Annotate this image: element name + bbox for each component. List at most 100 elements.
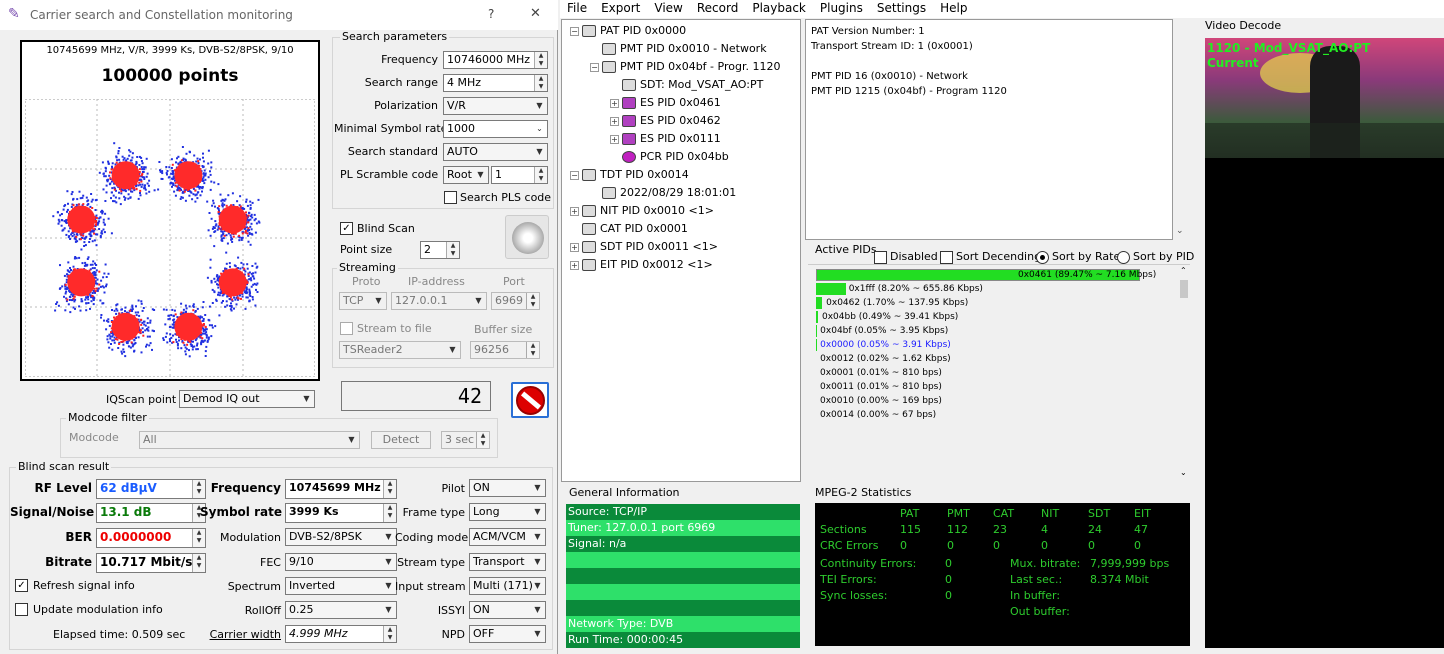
- npd-select[interactable]: OFF ▼: [469, 625, 546, 643]
- expand-toggle-icon[interactable]: −: [570, 171, 579, 180]
- fec-select[interactable]: 9/10 ▼: [285, 553, 397, 571]
- close-button[interactable]: ✕: [530, 6, 541, 21]
- sort-by-pid-radio[interactable]: [1117, 251, 1130, 264]
- tree-node[interactable]: + SDT PID 0x0011 <1>: [570, 238, 718, 256]
- tree-node[interactable]: + ES PID 0x0461: [610, 94, 721, 112]
- pls-mode-select[interactable]: Root ▼: [443, 166, 489, 184]
- in-buffer-label: In buffer:: [1010, 589, 1060, 602]
- modcode-select[interactable]: All ▼: [139, 431, 360, 449]
- pid-row[interactable]: 0x0462 (1.70% ~ 137.95 Kbps): [826, 296, 968, 310]
- pid-row[interactable]: 0x0011 (0.01% ~ 810 bps): [820, 380, 942, 394]
- menu-plugins[interactable]: Plugins: [820, 1, 863, 15]
- polarization-select[interactable]: V/R ▼: [443, 97, 548, 115]
- search-standard-select[interactable]: AUTO ▼: [443, 143, 548, 161]
- info-line: Transport Stream ID: 1 (0x0001): [811, 39, 1167, 54]
- tree-node[interactable]: + ES PID 0x0111: [610, 130, 721, 148]
- info-scroll-down[interactable]: ⌄: [1176, 226, 1184, 236]
- tree-node[interactable]: PMT PID 0x0010 - Network: [602, 40, 767, 58]
- coding-mode-select[interactable]: ACM/VCM ▼: [469, 528, 546, 546]
- expand-toggle-icon[interactable]: −: [570, 27, 579, 36]
- menu-record[interactable]: Record: [697, 1, 738, 15]
- pids-scroll-up[interactable]: ⌃: [1180, 266, 1187, 275]
- help-button[interactable]: ?: [488, 7, 494, 21]
- expand-toggle-icon[interactable]: −: [590, 63, 599, 72]
- point-size-input[interactable]: 2 ▲ ▼: [420, 241, 460, 259]
- rolloff-select[interactable]: 0.25 ▼: [285, 601, 397, 619]
- stream-type-select[interactable]: Transport ▼: [469, 553, 546, 571]
- pid-row[interactable]: 0x0010 (0.00% ~ 169 bps): [820, 394, 942, 408]
- pid-row[interactable]: 0x0461 (89.47% ~ 7.16 Mbps): [1018, 268, 1156, 282]
- constellation-header: 10745699 MHz, V/R, 3999 Ks, DVB-S2/8PSK,…: [22, 45, 318, 56]
- carrier-width-label[interactable]: Carrier width: [200, 628, 281, 641]
- input-stream-select[interactable]: Multi (171) ▼: [469, 577, 546, 595]
- expand-toggle-icon[interactable]: +: [610, 117, 619, 126]
- pids-scroll-down[interactable]: ⌄: [1180, 468, 1187, 477]
- pid-row[interactable]: 0x0012 (0.02% ~ 1.62 Kbps): [820, 352, 951, 366]
- continuity-value: 0: [945, 557, 952, 570]
- tree-node-label: PMT PID 0x0010 - Network: [620, 42, 767, 55]
- tree-node[interactable]: − TDT PID 0x0014: [570, 166, 689, 184]
- detect-button[interactable]: Detect: [371, 431, 431, 449]
- spectrum-select[interactable]: Inverted ▼: [285, 577, 397, 595]
- tree-node[interactable]: + NIT PID 0x0010 <1>: [570, 202, 714, 220]
- menu-view[interactable]: View: [654, 1, 682, 15]
- detect-time-input[interactable]: 3 sec ▲ ▼: [441, 431, 490, 449]
- search-pls-checkbox[interactable]: [444, 191, 457, 204]
- pid-row[interactable]: 0x04bf (0.05% ~ 3.95 Kbps): [820, 324, 948, 338]
- frame-type-select[interactable]: Long ▼: [469, 503, 546, 521]
- constellation-panel: 10745699 MHz, V/R, 3999 Ks, DVB-S2/8PSK,…: [20, 40, 320, 381]
- issyi-select[interactable]: ON ▼: [469, 601, 546, 619]
- stop-button[interactable]: [511, 382, 549, 418]
- tree-node[interactable]: + EIT PID 0x0012 <1>: [570, 256, 713, 274]
- frequency-input[interactable]: 10746000 MHz ▲ ▼: [443, 51, 548, 69]
- modulation-select[interactable]: DVB-S2/8PSK ▼: [285, 528, 397, 546]
- points-count: 100000 points: [22, 66, 318, 86]
- search-range-input[interactable]: 4 MHz ▲ ▼: [443, 74, 548, 92]
- pid-row[interactable]: 0x04bb (0.49% ~ 39.41 Kbps): [822, 310, 958, 324]
- tree-node[interactable]: SDT: Mod_VSAT_AO:PT: [622, 76, 763, 94]
- ip-select[interactable]: 127.0.0.1 ▼: [391, 292, 487, 310]
- tree-node[interactable]: + ES PID 0x0462: [610, 112, 721, 130]
- buffer-size-input[interactable]: 96256 ▲ ▼: [470, 341, 540, 359]
- sort-by-rate-radio[interactable]: [1036, 251, 1049, 264]
- menu-export[interactable]: Export: [601, 1, 640, 15]
- menu-settings[interactable]: Settings: [877, 1, 926, 15]
- pid-row[interactable]: 0x0014 (0.00% ~ 67 bps): [820, 408, 936, 422]
- scan-logo-button[interactable]: [505, 215, 549, 259]
- refresh-signal-checkbox[interactable]: ✓: [15, 579, 28, 592]
- menu-file[interactable]: File: [567, 1, 587, 15]
- crc-label: CRC Errors: [820, 539, 879, 552]
- tree-node[interactable]: − PAT PID 0x0000: [570, 22, 686, 40]
- rf-level-label: RF Level: [10, 481, 92, 495]
- pid-row[interactable]: 0x0001 (0.01% ~ 810 bps): [820, 366, 942, 380]
- expand-toggle-icon[interactable]: +: [570, 261, 579, 270]
- stream-to-file-checkbox[interactable]: [340, 322, 353, 335]
- expand-toggle-icon[interactable]: +: [570, 207, 579, 216]
- tree-node[interactable]: PCR PID 0x04bb: [622, 148, 729, 166]
- pls-value-input[interactable]: 1 ▲ ▼: [491, 166, 548, 184]
- disabled-checkbox[interactable]: [874, 251, 887, 264]
- expand-toggle-icon[interactable]: +: [610, 99, 619, 108]
- reader-select[interactable]: TSReader2 ▼: [339, 341, 461, 359]
- port-input[interactable]: 6969 ▲ ▼: [491, 292, 540, 310]
- blind-scan-checkbox[interactable]: ✓: [340, 222, 353, 235]
- update-modulation-checkbox[interactable]: [15, 603, 28, 616]
- sort-desc-checkbox[interactable]: [940, 251, 953, 264]
- expand-toggle-icon[interactable]: +: [570, 243, 579, 252]
- input-stream-label: Input stream: [395, 580, 465, 593]
- menu-help[interactable]: Help: [940, 1, 967, 15]
- tree-node[interactable]: 2022/08/29 18:01:01: [602, 184, 736, 202]
- tree-node[interactable]: − PMT PID 0x04bf - Progr. 1120: [590, 58, 780, 76]
- pids-scrollbar[interactable]: ⌃ ⌄: [1178, 266, 1190, 481]
- iqscan-select[interactable]: Demod IQ out ▼: [179, 390, 315, 408]
- menu-playback[interactable]: Playback: [752, 1, 806, 15]
- proto-select[interactable]: TCP ▼: [339, 292, 387, 310]
- pid-row[interactable]: 0x1fff (8.20% ~ 655.86 Kbps): [849, 282, 983, 296]
- pid-row[interactable]: 0x0000 (0.05% ~ 3.91 Kbps): [820, 338, 951, 352]
- tree-node[interactable]: CAT PID 0x0001: [582, 220, 688, 238]
- constellation-plot: [25, 99, 315, 377]
- expand-toggle-icon[interactable]: +: [610, 135, 619, 144]
- pilot-select[interactable]: ON ▼: [469, 479, 546, 497]
- min-symbol-rate-select[interactable]: 1000 ⌄: [443, 120, 548, 138]
- pids-scroll-thumb[interactable]: [1180, 280, 1188, 298]
